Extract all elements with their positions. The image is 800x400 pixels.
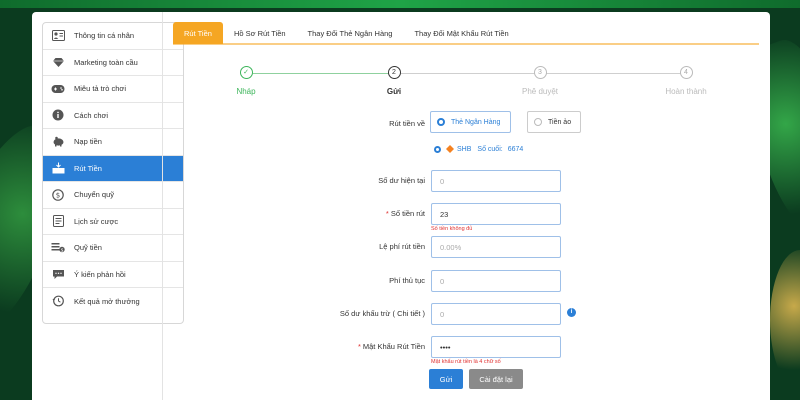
sidebar-item-label: Ý kiến phản hồi [74,269,126,279]
sidebar-item-label: Quỹ tiền [74,243,102,253]
user-card-icon [51,29,65,43]
option-label: Tiền ảo [548,118,572,126]
submit-button[interactable]: Gửi [429,369,463,389]
sidebar-item-label: Lịch sử cược [74,216,119,226]
dollar-circle-icon: $ [51,188,65,202]
step-label: Hoàn thành [665,87,707,96]
fee-field: 0.00% [431,236,561,258]
background-decoration [770,250,800,390]
password-error: Mật khẩu rút tiền là 4 chữ số [431,359,501,365]
amount-label: * Số tiền rút [275,209,425,218]
reset-button[interactable]: Cài đặt lại [469,369,523,389]
deducted-balance-label: Số dư khấu trừ ( Chi tiết ) [339,309,425,318]
amount-error: Số tiền không đủ [431,226,473,232]
amount-label-text: Số tiền rút [390,209,425,218]
money-icon: $ [51,241,65,255]
option-bank-card[interactable]: Thẻ Ngân Hàng [430,111,511,133]
last-digits-label: Số cuối: [477,145,503,153]
diamond-icon [51,55,65,69]
amount-input[interactable]: 23 [431,203,561,225]
step-label: Phê duyệt [521,87,559,96]
tab-bar: Rút Tiền Hồ Sơ Rút Tiền Thay Đổi Thẻ Ngâ… [173,22,520,44]
balance-label: Số dư hiện tại [378,176,425,185]
sidebar-item-label: Cách chơi [74,110,109,120]
info-icon[interactable]: i [567,308,576,317]
step-complete: 4 Hoàn thành [656,66,716,96]
procedure-fee-label: Phí thủ tục [389,276,425,285]
required-marker: * [385,209,389,218]
step-submit: 2 Gửi [364,66,424,96]
tab-change-withdraw-password[interactable]: Thay Đổi Mật Khẩu Rút Tiền [403,22,519,44]
page-top-bar [0,0,800,8]
option-virtual-currency[interactable]: Tiền ảo [527,111,581,133]
history-list-icon [51,214,65,228]
balance-field: 0 [431,170,561,192]
radio-unselected-icon [534,118,542,126]
sidebar-item-label: Nạp tiền [74,137,102,147]
sidebar-item-label: Miêu tả trò chơi [74,84,127,94]
clock-history-icon [51,294,65,308]
step-label: Nháp [236,87,256,96]
sidebar-item-label: Kết quả mở thưởng [74,296,140,306]
deducted-balance-field: 0 [431,303,561,325]
content-divider [162,12,163,400]
tab-withdraw-records[interactable]: Hồ Sơ Rút Tiền [223,22,297,44]
step-number: 2 [387,66,401,79]
step-number: 4 [679,66,693,79]
step-approval: 3 Phê duyệt [510,66,570,96]
bank-logo-icon [446,145,454,153]
required-marker: * [357,342,361,351]
chat-bubble-icon [51,267,65,281]
radio-selected-icon [437,118,445,126]
tab-change-bank-card[interactable]: Thay Đổi Thẻ Ngân Hàng [297,22,404,44]
svg-text:$: $ [56,191,60,199]
withdraw-to-label: Rút tiền về [389,119,425,128]
step-number: 3 [533,66,547,79]
sidebar-item-label: Thông tin cá nhân [74,31,135,41]
password-label-text: Mật Khẩu Rút Tiền [362,342,425,351]
radio-selected-icon [434,145,441,153]
info-icon [51,108,65,122]
bank-name: SHB [457,145,472,153]
progress-steps: ✓ Nháp 2 Gửi 3 Phê duyệt 4 Hoàn thành [236,66,707,96]
bank-account-option[interactable]: SHB Số cuối: 6674 [434,145,523,153]
sidebar-item-label: Chuyển quỹ [74,190,115,200]
option-label: Thẻ Ngân Hàng [451,118,501,126]
piggy-bank-icon [51,135,65,149]
svg-text:$: $ [61,248,64,254]
procedure-fee-field: 0 [431,270,561,292]
fee-label: Lệ phí rút tiền [379,242,425,251]
last-digits: 6674 [507,145,524,153]
step-label: Gửi [386,87,402,96]
withdraw-icon [51,161,65,175]
step-draft: ✓ Nháp [216,66,276,96]
gamepad-icon [51,82,65,96]
sidebar-item-label: Rút Tiền [74,163,102,173]
check-icon: ✓ [239,66,253,79]
sidebar-item-label: Marketing toàn cầu [74,57,138,67]
password-input[interactable]: •••• [431,336,561,358]
tab-underline [173,43,759,45]
password-label: * Mật Khẩu Rút Tiền [275,342,425,351]
tab-withdraw[interactable]: Rút Tiền [173,22,223,44]
